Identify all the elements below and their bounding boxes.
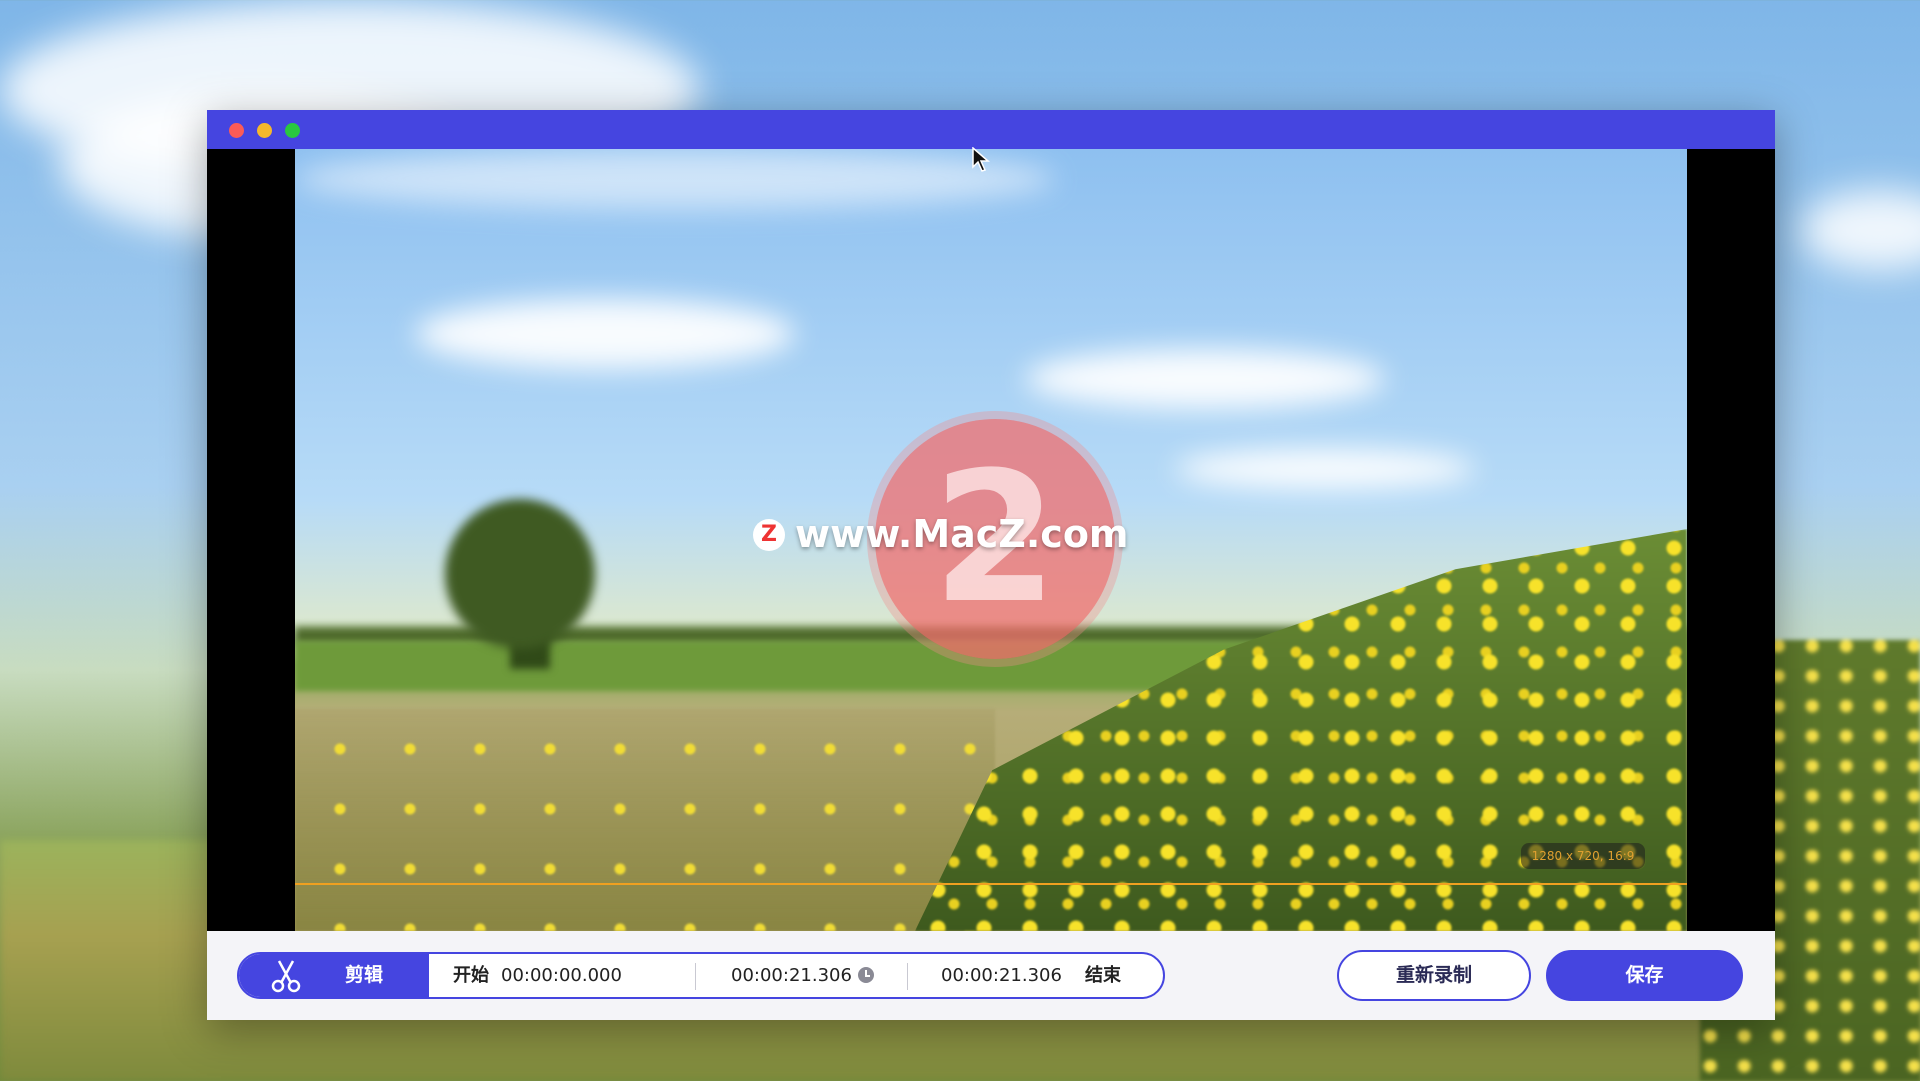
control-bar: 剪辑 开始 00:00:00.000 00:00:21.306 00:00:21…	[207, 931, 1775, 1020]
video-grass	[295, 709, 995, 931]
selection-bottom-edge[interactable]	[295, 883, 1687, 885]
video-cloud	[1175, 449, 1475, 489]
start-time-field[interactable]: 00:00:00.000	[501, 954, 622, 997]
watermark-text: www.MacZ.com	[795, 512, 1129, 556]
divider	[695, 963, 696, 990]
duration-time-value: 00:00:21.306	[731, 965, 852, 986]
video-preview-area: 2 Z www.MacZ.com 1280 x 720, 16:9	[207, 149, 1775, 931]
background-cloud	[1800, 190, 1920, 270]
video-frame: 2 Z www.MacZ.com 1280 x 720, 16:9	[295, 149, 1687, 931]
zoom-window-button[interactable]	[285, 123, 300, 138]
rerecord-button[interactable]: 重新录制	[1337, 950, 1531, 1001]
end-label: 结束	[1085, 965, 1121, 986]
divider	[907, 963, 908, 990]
close-window-button[interactable]	[229, 123, 244, 138]
duration-time-field[interactable]: 00:00:21.306	[731, 954, 874, 997]
minimize-window-button[interactable]	[257, 123, 272, 138]
video-tree	[445, 499, 595, 649]
scissors-icon	[271, 960, 301, 993]
trim-control-group: 剪辑 开始 00:00:00.000 00:00:21.306 00:00:21…	[237, 952, 1165, 999]
recorder-window: 2 Z www.MacZ.com 1280 x 720, 16:9 剪辑 开始 …	[207, 110, 1775, 1020]
clock-icon[interactable]	[857, 967, 874, 983]
edit-button[interactable]: 剪辑	[239, 954, 429, 997]
video-cloud	[1025, 349, 1385, 409]
save-button[interactable]: 保存	[1546, 950, 1743, 1001]
watermark-logo-icon: Z	[753, 519, 785, 551]
end-time-field[interactable]: 00:00:21.306	[941, 954, 1062, 997]
start-label: 开始	[453, 965, 489, 986]
video-cloud	[295, 149, 1055, 209]
video-cloud	[415, 299, 795, 369]
title-bar[interactable]	[207, 110, 1775, 149]
mouse-cursor-icon	[972, 147, 990, 172]
selection-dimensions-label: 1280 x 720, 16:9	[1521, 843, 1645, 869]
edit-button-label: 剪辑	[345, 964, 384, 986]
